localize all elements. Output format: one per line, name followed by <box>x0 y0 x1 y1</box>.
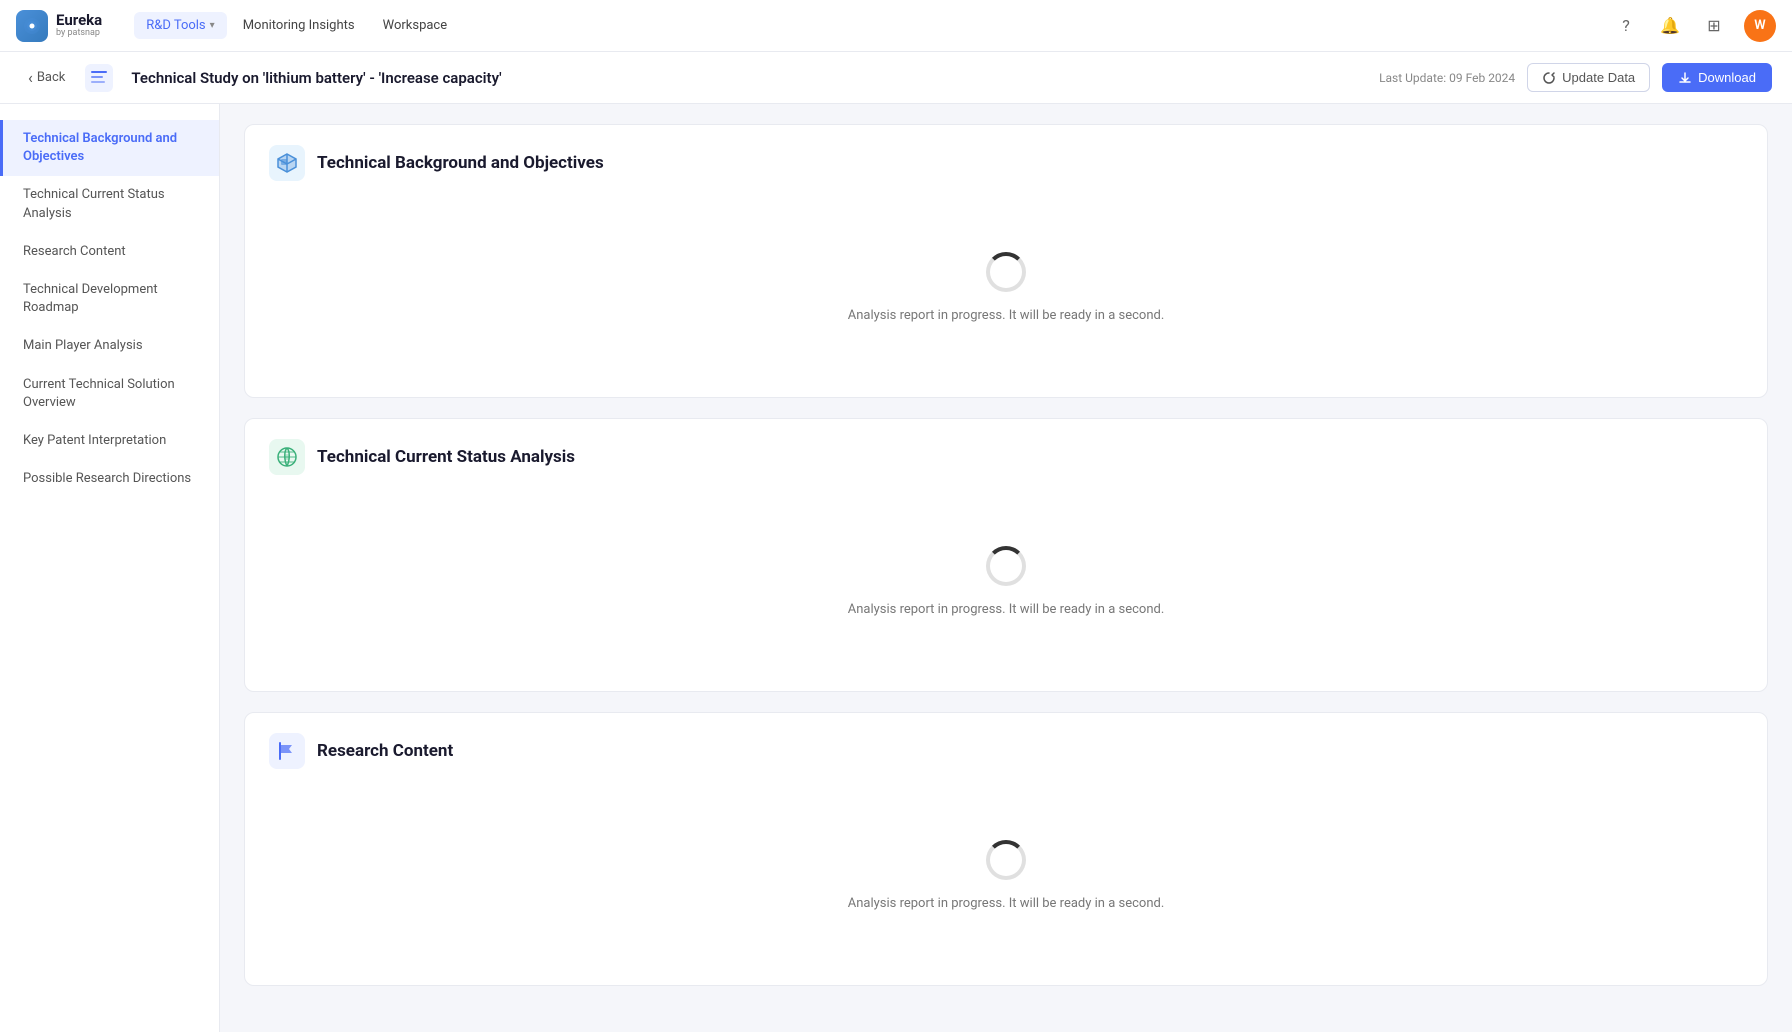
back-arrow-icon: ‹ <box>28 68 33 87</box>
nav-right: ? 🔔 ⊞ W <box>1612 10 1776 42</box>
content-area: Technical Background and Objectives Anal… <box>220 104 1792 1032</box>
sidebar-item-solution-overview[interactable]: Current Technical Solution Overview <box>0 366 219 422</box>
nav-item-rd-tools[interactable]: R&D Tools ▾ <box>134 12 226 39</box>
download-button[interactable]: Download <box>1662 63 1772 92</box>
download-icon <box>1678 71 1692 85</box>
brand-name: Eureka <box>56 12 102 29</box>
cube-icon <box>269 145 305 181</box>
chevron-down-icon: ▾ <box>210 20 215 31</box>
back-button[interactable]: ‹ Back <box>20 64 73 91</box>
help-icon[interactable]: ? <box>1612 12 1640 40</box>
nav-item-monitoring[interactable]: Monitoring Insights <box>231 12 367 39</box>
loading-text-2: Analysis report in progress. It will be … <box>848 602 1165 617</box>
section-tech-background: Technical Background and Objectives Anal… <box>244 124 1768 398</box>
sidebar-item-dev-roadmap[interactable]: Technical Development Roadmap <box>0 271 219 327</box>
section-tech-background-body: Analysis report in progress. It will be … <box>245 197 1767 397</box>
sidebar-item-tech-background[interactable]: Technical Background and Objectives <box>0 120 219 176</box>
last-update-text: Last Update: 09 Feb 2024 <box>1379 71 1515 85</box>
brand-text: Eureka by patsnap <box>56 12 102 38</box>
section-research-content-header: Research Content <box>245 713 1767 785</box>
section-current-status-title: Technical Current Status Analysis <box>317 447 575 467</box>
loading-spinner-3 <box>986 840 1026 880</box>
nav-items: R&D Tools ▾ Monitoring Insights Workspac… <box>134 12 459 39</box>
page-header: ‹ Back Technical Study on 'lithium batte… <box>0 52 1792 104</box>
loading-spinner-1 <box>986 252 1026 292</box>
sidebar-item-research-content[interactable]: Research Content <box>0 233 219 271</box>
main-wrapper: Technical Background and Objectives Tech… <box>0 0 1792 1032</box>
nav-item-workspace[interactable]: Workspace <box>371 12 460 39</box>
brand-sub: by patsnap <box>56 29 102 39</box>
section-current-status: Technical Current Status Analysis Analys… <box>244 418 1768 692</box>
notification-icon[interactable]: 🔔 <box>1656 12 1684 40</box>
globe-icon <box>269 439 305 475</box>
eureka-logo <box>16 10 48 42</box>
section-tech-background-title: Technical Background and Objectives <box>317 153 604 173</box>
loading-text-3: Analysis report in progress. It will be … <box>848 896 1165 911</box>
sidebar: Technical Background and Objectives Tech… <box>0 104 220 1032</box>
sidebar-item-patent-interpretation[interactable]: Key Patent Interpretation <box>0 422 219 460</box>
page-title: Technical Study on 'lithium battery' - '… <box>131 69 501 87</box>
section-current-status-body: Analysis report in progress. It will be … <box>245 491 1767 691</box>
section-research-content: Research Content Analysis report in prog… <box>244 712 1768 986</box>
user-avatar[interactable]: W <box>1744 10 1776 42</box>
top-navigation: Eureka by patsnap R&D Tools ▾ Monitoring… <box>0 0 1792 52</box>
update-data-button[interactable]: Update Data <box>1527 63 1650 92</box>
sidebar-item-player-analysis[interactable]: Main Player Analysis <box>0 327 219 365</box>
section-tech-background-header: Technical Background and Objectives <box>245 125 1767 197</box>
section-research-content-title: Research Content <box>317 741 453 761</box>
flag-icon <box>269 733 305 769</box>
page-doc-icon <box>85 64 113 92</box>
grid-icon[interactable]: ⊞ <box>1700 12 1728 40</box>
section-research-content-body: Analysis report in progress. It will be … <box>245 785 1767 985</box>
loading-text-1: Analysis report in progress. It will be … <box>848 308 1165 323</box>
sidebar-item-current-status[interactable]: Technical Current Status Analysis <box>0 176 219 232</box>
loading-spinner-2 <box>986 546 1026 586</box>
section-current-status-header: Technical Current Status Analysis <box>245 419 1767 491</box>
brand-logo-area[interactable]: Eureka by patsnap <box>16 10 102 42</box>
page-header-right: Last Update: 09 Feb 2024 Update Data Dow… <box>1379 63 1772 92</box>
refresh-icon <box>1542 71 1556 85</box>
sidebar-item-research-directions[interactable]: Possible Research Directions <box>0 460 219 498</box>
